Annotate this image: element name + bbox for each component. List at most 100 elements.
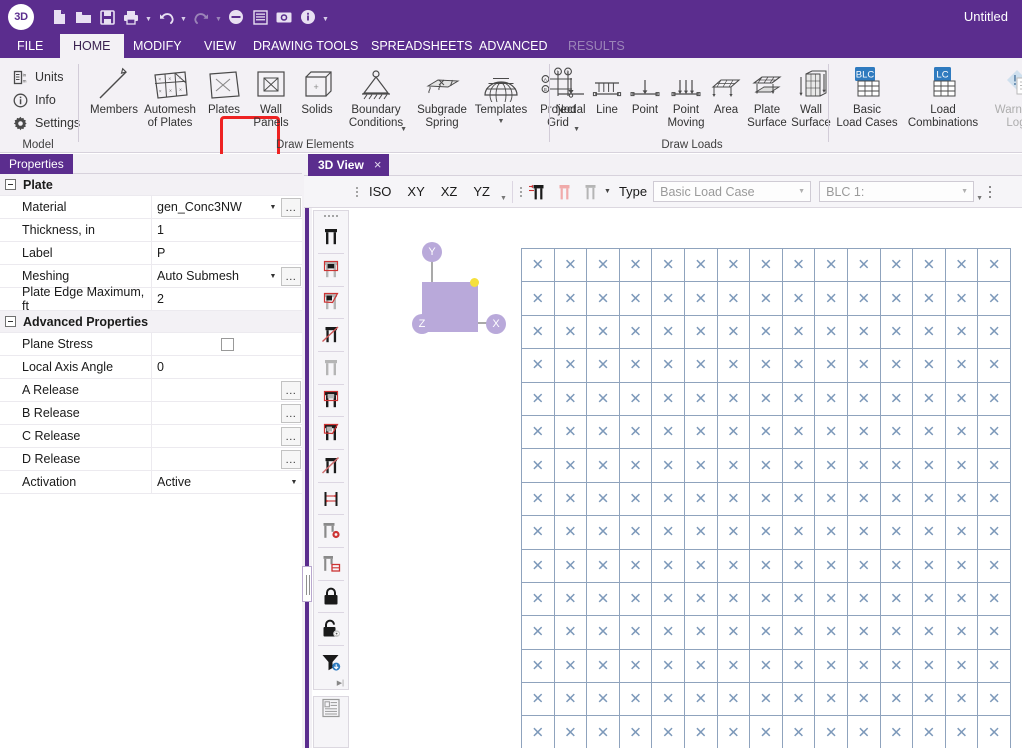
- plate-element[interactable]: ✕: [848, 616, 881, 649]
- plate-element[interactable]: ✕: [718, 550, 751, 583]
- plate-element[interactable]: ✕: [848, 416, 881, 449]
- plate-element[interactable]: ✕: [555, 282, 588, 315]
- property-row-label[interactable]: Label P: [0, 242, 302, 265]
- property-row-d-release[interactable]: D Release ...: [0, 448, 302, 471]
- plate-element[interactable]: ✕: [652, 716, 685, 748]
- plate-element[interactable]: ✕: [815, 516, 848, 549]
- chevron-down-icon[interactable]: ▼: [286, 479, 302, 486]
- render-solid-icon[interactable]: [525, 180, 551, 204]
- axis-gizmo[interactable]: Y Z X: [408, 238, 508, 338]
- plate-element[interactable]: ✕: [620, 316, 653, 349]
- plate-element[interactable]: ✕: [522, 483, 555, 516]
- wall-panels-button[interactable]: Wall Panels: [248, 62, 294, 136]
- plate-element[interactable]: ✕: [783, 550, 816, 583]
- plate-element[interactable]: ✕: [881, 316, 914, 349]
- tab-drawing-tools[interactable]: DRAWING TOOLS: [240, 34, 371, 58]
- load-type-dropdown[interactable]: Basic Load Case ▼: [653, 181, 811, 202]
- plate-element[interactable]: ✕: [522, 616, 555, 649]
- b-release-browse-button[interactable]: ...: [281, 404, 301, 423]
- plate-element[interactable]: ✕: [978, 516, 1011, 549]
- plate-element[interactable]: ✕: [718, 516, 751, 549]
- plate-element[interactable]: ✕: [913, 383, 946, 416]
- plate-element[interactable]: ✕: [718, 583, 751, 616]
- chevron-down-icon[interactable]: ▼: [498, 118, 505, 125]
- plate-element[interactable]: ✕: [946, 650, 979, 683]
- plate-element[interactable]: ✕: [783, 316, 816, 349]
- plate-element[interactable]: ✕: [652, 483, 685, 516]
- plate-element[interactable]: ✕: [620, 516, 653, 549]
- property-value-cell[interactable]: ...: [152, 448, 302, 470]
- plate-element[interactable]: ✕: [978, 683, 1011, 716]
- plate-element[interactable]: ✕: [718, 616, 751, 649]
- plate-element[interactable]: ✕: [750, 683, 783, 716]
- plate-element[interactable]: ✕: [750, 349, 783, 382]
- plate-element[interactable]: ✕: [522, 716, 555, 748]
- plate-mesh[interactable]: ✕✕✕✕✕✕✕✕✕✕✕✕✕✕✕✕✕✕✕✕✕✕✕✕✕✕✕✕✕✕✕✕✕✕✕✕✕✕✕✕…: [521, 248, 1011, 748]
- toolbar-options-icon[interactable]: [985, 180, 995, 204]
- plate-element[interactable]: ✕: [750, 416, 783, 449]
- axis-y-label[interactable]: Y: [422, 242, 442, 262]
- camera-icon[interactable]: [273, 6, 295, 28]
- plate-element[interactable]: ✕: [913, 249, 946, 282]
- plate-element[interactable]: ✕: [783, 483, 816, 516]
- point-load-button[interactable]: Point: [625, 62, 665, 136]
- plate-element[interactable]: ✕: [848, 483, 881, 516]
- invert-select-icon[interactable]: [314, 450, 348, 482]
- toolbar-expand-icon[interactable]: ▶|: [314, 678, 348, 689]
- plate-element[interactable]: ✕: [815, 650, 848, 683]
- plate-element[interactable]: ✕: [522, 583, 555, 616]
- plate-element[interactable]: ✕: [881, 483, 914, 516]
- 3d-viewport[interactable]: Y Z X ✕✕✕✕✕✕✕✕✕✕✕✕✕✕✕✕✕✕✕✕✕✕✕✕✕✕✕✕✕✕✕✕✕✕…: [350, 210, 1022, 748]
- plate-element[interactable]: ✕: [815, 583, 848, 616]
- plate-element[interactable]: ✕: [685, 483, 718, 516]
- plate-element[interactable]: ✕: [587, 583, 620, 616]
- settings-button[interactable]: Settings: [4, 112, 80, 134]
- chevron-down-icon[interactable]: ▼: [603, 188, 615, 195]
- plate-element[interactable]: ✕: [652, 616, 685, 649]
- plate-element[interactable]: ✕: [783, 516, 816, 549]
- plate-element[interactable]: ✕: [555, 616, 588, 649]
- property-row-plate-edge-maximum[interactable]: Plate Edge Maximum, ft 2: [0, 288, 302, 311]
- units-button[interactable]: inm Units: [4, 66, 63, 88]
- tab-advanced[interactable]: ADVANCED: [466, 34, 561, 58]
- plate-element[interactable]: ✕: [913, 449, 946, 482]
- splitter-grip[interactable]: [302, 566, 312, 602]
- plate-element[interactable]: ✕: [946, 583, 979, 616]
- plate-element[interactable]: ✕: [848, 583, 881, 616]
- render-transparent-icon[interactable]: [551, 180, 577, 204]
- plate-element[interactable]: ✕: [587, 516, 620, 549]
- nodal-load-button[interactable]: Nodal: [552, 62, 589, 136]
- plate-element[interactable]: ✕: [881, 249, 914, 282]
- plates-button[interactable]: Plates: [200, 62, 248, 136]
- plate-element[interactable]: ✕: [652, 449, 685, 482]
- unlock-selection-icon[interactable]: [314, 613, 348, 645]
- plate-element[interactable]: ✕: [946, 316, 979, 349]
- plate-element[interactable]: ✕: [783, 616, 816, 649]
- c-release-browse-button[interactable]: ...: [281, 427, 301, 446]
- plate-element[interactable]: ✕: [946, 616, 979, 649]
- plate-element[interactable]: ✕: [555, 449, 588, 482]
- plate-element[interactable]: ✕: [946, 349, 979, 382]
- plate-element[interactable]: ✕: [978, 550, 1011, 583]
- plate-element[interactable]: ✕: [652, 316, 685, 349]
- plate-element[interactable]: ✕: [522, 683, 555, 716]
- plate-element[interactable]: ✕: [652, 383, 685, 416]
- plate-element[interactable]: ✕: [815, 716, 848, 748]
- property-row-plane-stress[interactable]: Plane Stress: [0, 333, 302, 356]
- plate-element[interactable]: ✕: [620, 583, 653, 616]
- d-release-browse-button[interactable]: ...: [281, 450, 301, 469]
- view-yz-button[interactable]: YZ: [465, 180, 498, 204]
- view-xz-button[interactable]: XZ: [433, 180, 466, 204]
- plate-element[interactable]: ✕: [750, 383, 783, 416]
- plate-element[interactable]: ✕: [978, 583, 1011, 616]
- plate-element[interactable]: ✕: [978, 416, 1011, 449]
- plate-element[interactable]: ✕: [946, 483, 979, 516]
- property-row-local-axis-angle[interactable]: Local Axis Angle 0: [0, 356, 302, 379]
- plate-element[interactable]: ✕: [652, 650, 685, 683]
- property-value-cell[interactable]: ...: [152, 425, 302, 447]
- save-selection-icon[interactable]: [314, 515, 348, 547]
- plate-element[interactable]: ✕: [881, 516, 914, 549]
- plate-element[interactable]: ✕: [587, 383, 620, 416]
- plate-element[interactable]: ✕: [978, 383, 1011, 416]
- info-button[interactable]: Info: [4, 89, 56, 111]
